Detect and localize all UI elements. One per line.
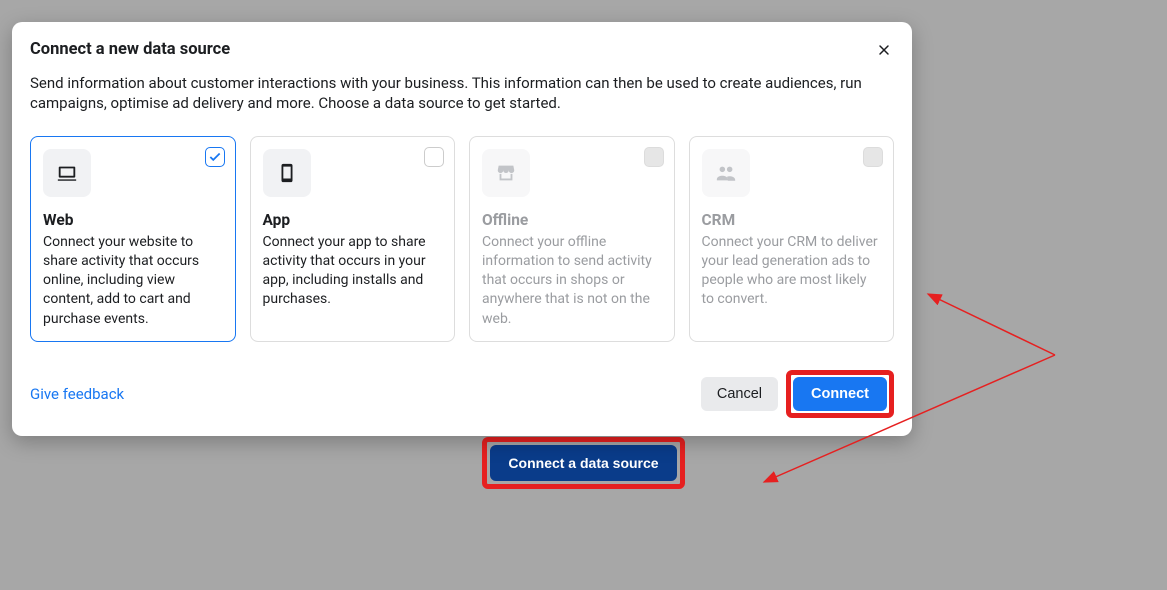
check-icon	[208, 150, 222, 164]
connect-button[interactable]: Connect	[793, 377, 887, 411]
connect-data-source-button[interactable]: Connect a data source	[490, 445, 676, 481]
card-title: CRM	[702, 211, 882, 229]
give-feedback-link[interactable]: Give feedback	[30, 385, 124, 403]
store-icon	[482, 149, 530, 197]
modal-title: Connect a new data source	[30, 40, 230, 59]
cancel-button[interactable]: Cancel	[701, 377, 778, 411]
card-description: Connect your offline information to send…	[482, 233, 662, 330]
modal-footer: Give feedback Cancel Connect	[30, 370, 894, 418]
card-checkbox[interactable]	[424, 147, 444, 167]
connect-button-highlight: Connect	[786, 370, 894, 418]
card-description: Connect your app to share activity that …	[263, 233, 443, 310]
card-title: App	[263, 211, 443, 229]
close-button[interactable]	[874, 40, 894, 63]
card-title: Offline	[482, 211, 662, 229]
modal-description: Send information about customer interact…	[30, 73, 894, 114]
data-source-cards: Web Connect your website to share activi…	[30, 136, 894, 343]
connect-data-source-highlight: Connect a data source	[482, 437, 684, 489]
card-checkbox	[863, 147, 883, 167]
connect-data-source-modal: Connect a new data source Send informati…	[12, 22, 912, 436]
card-checkbox[interactable]	[205, 147, 225, 167]
footer-buttons: Cancel Connect	[701, 370, 894, 418]
card-description: Connect your CRM to deliver your lead ge…	[702, 233, 882, 310]
card-description: Connect your website to share activity t…	[43, 233, 223, 330]
phone-icon	[263, 149, 311, 197]
modal-header: Connect a new data source	[30, 40, 894, 63]
people-icon	[702, 149, 750, 197]
data-source-card-crm[interactable]: CRM Connect your CRM to deliver your lea…	[689, 136, 895, 343]
card-checkbox	[644, 147, 664, 167]
card-title: Web	[43, 211, 223, 229]
close-icon	[876, 42, 892, 58]
data-source-card-web[interactable]: Web Connect your website to share activi…	[30, 136, 236, 343]
laptop-icon	[43, 149, 91, 197]
data-source-card-app[interactable]: App Connect your app to share activity t…	[250, 136, 456, 343]
data-source-card-offline[interactable]: Offline Connect your offline information…	[469, 136, 675, 343]
